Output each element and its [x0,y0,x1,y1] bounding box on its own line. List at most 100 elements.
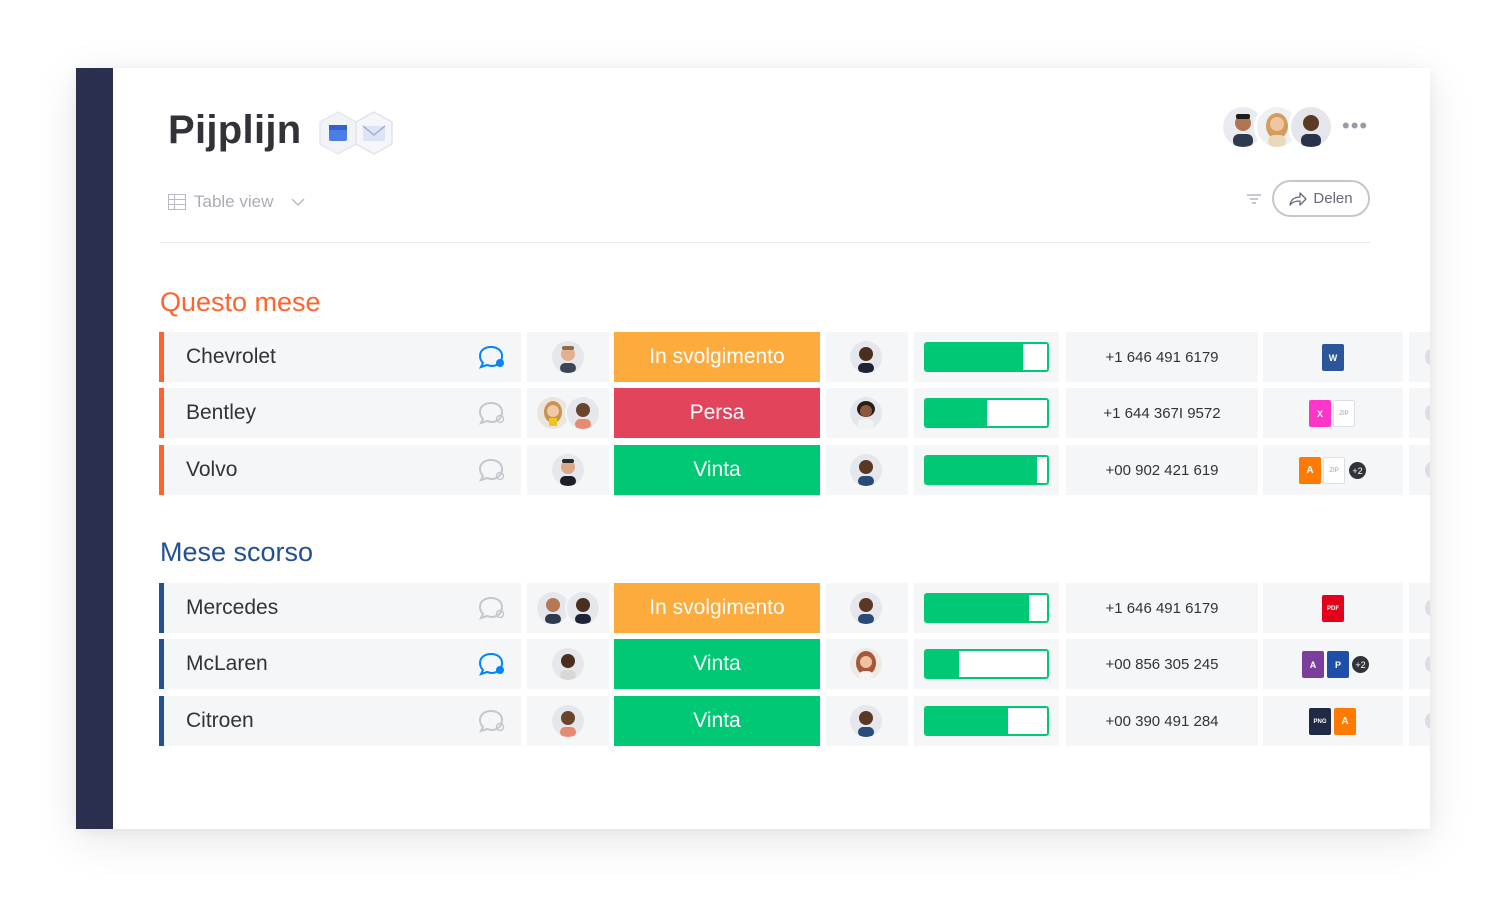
people-cell[interactable] [527,332,609,382]
people-cell[interactable] [527,445,609,495]
progress-bar [924,706,1049,736]
item-name[interactable]: Volvo [186,458,237,482]
board-card: Pijplijn ••• Table view Delen Questo mes… [76,68,1430,829]
board-members[interactable] [1220,104,1340,150]
files-cell[interactable]: A P +2 [1263,639,1403,689]
avatar [565,590,601,626]
avatar [565,395,601,431]
phone-number[interactable]: +00 390 491 284 [1066,696,1258,746]
updates-icon[interactable] [477,457,505,483]
column-indicator [1425,656,1430,672]
owner-cell[interactable] [826,696,908,746]
table-row[interactable]: McLaren Vinta +00 856 305 245 A P +2 [159,639,1430,689]
people-cell[interactable] [527,583,609,633]
avatar [848,646,884,682]
view-switcher[interactable]: Table view [168,192,305,212]
files-cell[interactable]: W [1263,332,1403,382]
zip-file-icon[interactable]: ZIP [1333,400,1355,427]
group-color-bar [159,332,164,382]
phone-number[interactable]: +00 856 305 245 [1066,639,1258,689]
owner-cell[interactable] [826,639,908,689]
group-title[interactable]: Mese scorso [160,537,313,568]
people-cell[interactable] [527,696,609,746]
table-row[interactable]: Citroen Vinta +00 390 491 284 PNG A [159,696,1430,746]
zip-file-icon[interactable]: ZIP [1323,457,1345,484]
status-label[interactable]: In svolgimento [614,583,820,633]
group-color-bar [159,696,164,746]
powerpoint-file-icon[interactable]: P [1327,651,1349,678]
avatar [550,646,586,682]
more-options-icon[interactable]: ••• [1342,115,1368,137]
column-indicator [1425,713,1430,729]
people-cell[interactable] [527,388,609,438]
item-name-cell[interactable]: McLaren [159,639,521,689]
owner-cell[interactable] [826,583,908,633]
item-name-cell[interactable]: Mercedes [159,583,521,633]
item-name-cell[interactable]: Bentley [159,388,521,438]
item-name-cell[interactable]: Citroen [159,696,521,746]
excel-file-icon[interactable]: X [1309,400,1331,427]
item-name[interactable]: McLaren [186,652,268,676]
column-indicator [1425,462,1430,478]
progress-cell[interactable] [914,332,1059,382]
share-button[interactable]: Delen [1272,180,1370,217]
avatar [848,452,884,488]
word-file-icon[interactable]: W [1322,344,1344,371]
progress-cell[interactable] [914,388,1059,438]
progress-cell[interactable] [914,696,1059,746]
owner-cell[interactable] [826,445,908,495]
owner-cell[interactable] [826,388,908,438]
adobe-file-icon[interactable]: A [1299,457,1321,484]
item-name[interactable]: Mercedes [186,596,278,620]
extra-column-cell[interactable] [1409,332,1430,382]
progress-cell[interactable] [914,445,1059,495]
extra-column-cell[interactable] [1409,696,1430,746]
item-name[interactable]: Citroen [186,709,254,733]
item-name[interactable]: Bentley [186,401,256,425]
more-files-badge[interactable]: +2 [1352,656,1369,673]
extra-column-cell[interactable] [1409,639,1430,689]
status-label[interactable]: Vinta [614,696,820,746]
adobe-file-icon[interactable]: A [1334,708,1356,735]
updates-icon[interactable] [477,344,505,370]
phone-number[interactable]: +1 646 491 6179 [1066,583,1258,633]
files-cell[interactable]: X ZIP [1263,388,1403,438]
updates-icon[interactable] [477,651,505,677]
updates-icon[interactable] [477,708,505,734]
owner-cell[interactable] [826,332,908,382]
status-label[interactable]: Persa [614,388,820,438]
progress-cell[interactable] [914,639,1059,689]
extra-column-cell[interactable] [1409,583,1430,633]
table-row[interactable]: Volvo Vinta +00 902 421 619 A ZIP +2 [159,445,1430,495]
table-row[interactable]: Mercedes In svolgimento +1 646 491 6179 … [159,583,1430,633]
filter-icon[interactable] [1246,192,1262,206]
updates-icon[interactable] [477,595,505,621]
adobe-file-icon[interactable]: A [1302,651,1324,678]
status-label[interactable]: Vinta [614,445,820,495]
item-name[interactable]: Chevrolet [186,345,276,369]
item-name-cell[interactable]: Volvo [159,445,521,495]
phone-number[interactable]: +1 644 367I 9572 [1066,388,1258,438]
extra-column-cell[interactable] [1409,388,1430,438]
group-title[interactable]: Questo mese [160,287,321,318]
item-name-cell[interactable]: Chevrolet [159,332,521,382]
status-label[interactable]: Vinta [614,639,820,689]
updates-icon[interactable] [477,400,505,426]
png-file-icon[interactable]: PNG [1309,708,1331,735]
phone-number[interactable]: +00 902 421 619 [1066,445,1258,495]
extra-column-cell[interactable] [1409,445,1430,495]
files-cell[interactable]: PDF [1263,583,1403,633]
progress-fill [926,651,959,677]
progress-cell[interactable] [914,583,1059,633]
more-files-badge[interactable]: +2 [1349,462,1366,479]
table-row[interactable]: Chevrolet In svolgimento +1 646 491 6179… [159,332,1430,382]
status-label[interactable]: In svolgimento [614,332,820,382]
files-cell[interactable]: A ZIP +2 [1263,445,1403,495]
table-row[interactable]: Bentley Persa +1 644 367I 9572 X ZIP [159,388,1430,438]
people-cell[interactable] [527,639,609,689]
phone-number[interactable]: +1 646 491 6179 [1066,332,1258,382]
files-cell[interactable]: PNG A [1263,696,1403,746]
mail-icon[interactable] [352,110,396,156]
pdf-file-icon[interactable]: PDF [1322,595,1344,622]
avatar [550,703,586,739]
